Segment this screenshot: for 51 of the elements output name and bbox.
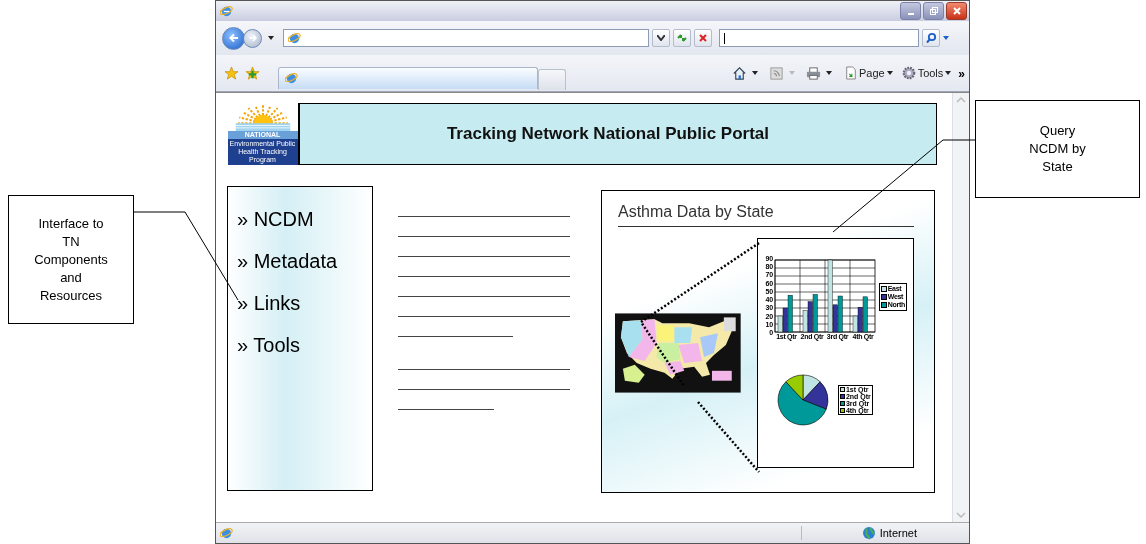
search-button[interactable] — [922, 29, 940, 47]
close-button[interactable] — [946, 2, 967, 20]
refresh-button[interactable] — [673, 29, 691, 47]
dropdown-button[interactable] — [652, 29, 670, 47]
caret-icon[interactable] — [825, 71, 832, 75]
more-tools-button[interactable]: » — [958, 67, 965, 81]
print-icon[interactable] — [805, 65, 821, 81]
forward-arrow-icon — [247, 33, 258, 43]
chevron-down-icon — [657, 35, 665, 41]
favorites-star-icon[interactable] — [224, 65, 239, 81]
close-icon — [698, 33, 708, 43]
address-field[interactable] — [283, 29, 649, 47]
caret-icon — [886, 71, 893, 75]
portal-title: Tracking Network National Public Portal — [298, 103, 937, 165]
page-icon — [220, 526, 233, 540]
restore-icon — [928, 6, 939, 16]
panel-title: Asthma Data by State — [618, 203, 914, 227]
browser-tab[interactable] — [278, 67, 538, 89]
forward-button[interactable] — [243, 28, 262, 48]
caret-icon[interactable] — [751, 71, 758, 75]
zone-label: Internet — [879, 527, 917, 539]
nav-link[interactable]: » Links — [237, 287, 301, 319]
page-icon — [844, 66, 857, 80]
nav-link[interactable]: » NCDM — [237, 203, 314, 235]
minimize-icon — [907, 12, 914, 15]
refresh-icon — [676, 32, 688, 44]
gear-icon — [901, 66, 916, 80]
page-icon — [285, 72, 298, 85]
stop-button[interactable] — [694, 29, 712, 47]
globe-icon — [861, 526, 876, 540]
add-favorite-icon[interactable] — [245, 65, 260, 81]
page-menu[interactable]: Page — [842, 66, 895, 80]
nav-link[interactable]: » Tools — [237, 329, 300, 361]
browser-logo-icon — [220, 4, 233, 18]
back-button[interactable] — [222, 26, 245, 50]
search-icon — [925, 32, 937, 44]
caret-icon — [945, 71, 952, 75]
nav-link[interactable]: » Metadata — [237, 245, 338, 277]
callout-box: Interface to TN Components and Resources — [8, 195, 134, 324]
callout-box: Query NCDM by State — [975, 100, 1140, 198]
pie-chart-drawing — [775, 373, 830, 427]
close-icon — [951, 6, 962, 16]
caret-icon[interactable] — [268, 36, 274, 40]
page-icon — [288, 31, 301, 45]
feed-icon[interactable] — [768, 65, 784, 81]
search-field[interactable] — [719, 29, 919, 47]
tools-menu[interactable]: Tools — [899, 66, 954, 80]
restore-button[interactable] — [923, 2, 944, 20]
back-arrow-icon — [227, 32, 240, 44]
home-icon[interactable] — [731, 65, 747, 81]
minimize-button[interactable] — [900, 2, 921, 20]
